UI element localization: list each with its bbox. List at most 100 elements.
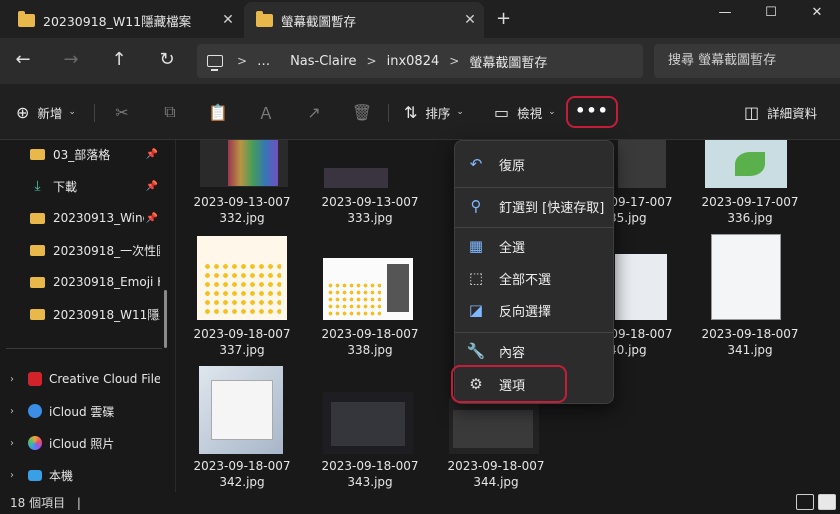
sidebar-item-label: 本機 — [49, 468, 74, 483]
new-tab-button[interactable]: + — [496, 8, 511, 29]
sidebar-item-icloud-photos[interactable]: › iCloud 照片 — [0, 429, 160, 457]
sidebar-item-20230918-emoji[interactable]: 20230918_Emoji Ki — [0, 268, 160, 296]
sidebar-item-label: 20230918_一次性圖 — [53, 243, 160, 258]
see-more-button[interactable]: ••• — [566, 96, 618, 128]
file-name[interactable]: 2023-09-18-007 338.jpg — [305, 326, 435, 358]
chevron-right-icon[interactable]: > — [237, 54, 247, 68]
breadcrumb-overflow[interactable]: … — [257, 54, 270, 69]
dialog-screenshot-image — [211, 380, 273, 440]
sort-button[interactable]: ⇅ 排序 ⌄ — [404, 98, 464, 126]
chevron-right-icon[interactable]: › — [6, 438, 18, 449]
tab-w11-hidden-files[interactable]: 20230918_W11隱藏檔案 ✕ — [6, 2, 242, 38]
file-name[interactable]: 2023-09-18-007 337.jpg — [177, 326, 307, 358]
forward-button[interactable]: → — [57, 48, 85, 74]
file-thumbnail[interactable] — [323, 258, 413, 320]
folder-icon — [30, 244, 45, 256]
sidebar-item-icloud-drive[interactable]: › iCloud 雲碟 — [0, 397, 160, 425]
file-name[interactable]: 2023-09-13-007 333.jpg — [305, 194, 435, 226]
sidebar-item-20230918-onetime[interactable]: 20230918_一次性圖 — [0, 236, 160, 264]
chevron-right-icon[interactable]: > — [367, 54, 377, 68]
sidebar-item-20230918-w11[interactable]: 20230918_W11隱藏 — [0, 300, 160, 328]
back-button[interactable]: ← — [9, 48, 37, 74]
options-highlight-annotation — [451, 365, 567, 403]
folder-icon — [256, 10, 273, 27]
large-icons-view-button[interactable] — [818, 494, 836, 510]
color-palette-image — [228, 140, 278, 186]
delete-icon[interactable]: 🗑 — [348, 98, 376, 126]
file-thumbnail[interactable] — [711, 234, 781, 320]
menu-item-pin-quick-access[interactable]: ⚲ 釘選到 [快速存取] — [461, 191, 609, 221]
details-view-button[interactable] — [796, 494, 814, 510]
close-window-button[interactable]: ✕ — [794, 0, 840, 30]
file-name[interactable]: 2023-09-18-007 343.jpg — [305, 458, 435, 490]
search-input[interactable]: 搜尋 螢幕截圖暫存 — [654, 44, 840, 78]
pin-icon: 📌 — [145, 148, 159, 160]
breadcrumb-current-folder[interactable]: 螢幕截圖暫存 — [469, 52, 547, 71]
file-name[interactable]: 2023-09-17-007 336.jpg — [685, 194, 815, 226]
sidebar-item-blog[interactable]: 03_部落格 📌 — [0, 140, 160, 168]
invert-selection-icon: ◪ — [468, 301, 484, 319]
chevron-down-icon: ⌄ — [456, 107, 464, 117]
plus-circle-icon: ⊕ — [16, 102, 30, 122]
view-button[interactable]: ▭ 檢視 ⌄ — [494, 98, 556, 126]
chevron-right-icon[interactable]: › — [6, 406, 18, 417]
explorer-screenshot-image — [453, 410, 533, 448]
menu-item-label: 反向選擇 — [499, 304, 552, 320]
file-thumbnail[interactable] — [615, 254, 667, 320]
maximize-button[interactable]: ☐ — [748, 0, 794, 30]
file-name-line2: 343.jpg — [347, 475, 393, 489]
new-button[interactable]: ⊕ 新增 ⌄ — [16, 98, 76, 126]
file-thumbnail[interactable] — [705, 140, 787, 188]
close-icon[interactable]: ✕ — [456, 12, 484, 28]
file-name-line2: 337.jpg — [219, 343, 265, 357]
tab-title: 20230918_W11隱藏檔案 — [43, 13, 192, 29]
address-bar[interactable]: > … Nas-Claire > inx0824 > 螢幕截圖暫存 — [197, 44, 643, 78]
tab-screenshot-temp[interactable]: 螢幕截圖暫存 ✕ — [244, 2, 484, 38]
rename-icon[interactable]: Ａ — [252, 98, 280, 126]
download-icon: ⤓ — [34, 178, 41, 194]
menu-item-invert-selection[interactable]: ◪ 反向選擇 — [461, 295, 609, 325]
close-icon[interactable]: ✕ — [214, 12, 242, 28]
scrollbar[interactable] — [164, 290, 167, 348]
sidebar-item-20230913[interactable]: 20230913_Wind 📌 — [0, 204, 160, 232]
file-name-line1: 2023-09-13-007 — [321, 195, 419, 209]
paste-icon[interactable]: 📋 — [204, 98, 232, 126]
file-thumbnail[interactable] — [324, 168, 388, 188]
file-thumbnail[interactable] — [323, 392, 413, 454]
breadcrumb-nas-claire[interactable]: Nas-Claire — [290, 54, 356, 69]
file-name-line1: 2023-09-18-007 — [701, 327, 799, 341]
file-thumbnail[interactable] — [618, 140, 666, 188]
breadcrumb-inx0824[interactable]: inx0824 — [387, 54, 440, 69]
copy-icon[interactable]: ⧉ — [156, 98, 184, 126]
sidebar-item-creative-cloud[interactable]: › Creative Cloud File — [0, 365, 160, 393]
up-button[interactable]: ↑ — [105, 48, 133, 74]
file-thumbnail[interactable] — [199, 366, 283, 454]
file-name[interactable]: 2023-09-18-007 341.jpg — [685, 326, 815, 358]
file-thumbnail[interactable] — [449, 398, 539, 454]
chevron-right-icon[interactable]: > — [449, 54, 459, 68]
minimize-button[interactable]: — — [702, 0, 748, 30]
file-name-line2: 341.jpg — [727, 343, 773, 357]
file-name-line1: 2023-09-18-007 — [447, 459, 545, 473]
details-pane-button[interactable]: ◫ 詳細資料 — [744, 98, 817, 126]
file-thumbnail[interactable] — [197, 236, 287, 320]
chevron-right-icon[interactable]: › — [6, 374, 18, 385]
file-name[interactable]: 2023-09-18-007 344.jpg — [431, 458, 561, 490]
menu-item-undo[interactable]: ↶ 復原 — [461, 149, 609, 179]
chevron-right-icon[interactable]: › — [6, 470, 18, 481]
refresh-button[interactable]: ↻ — [153, 48, 181, 74]
menu-item-select-all[interactable]: ▦ 全選 — [461, 231, 609, 261]
file-name[interactable]: 2023-09-18-007 342.jpg — [177, 458, 307, 490]
sidebar-item-label: 03_部落格 — [53, 147, 111, 162]
cut-icon[interactable]: ✂ — [108, 98, 136, 126]
navigation-pane: 03_部落格 📌 ⤓ 下載 📌 20230913_Wind 📌 20230918… — [0, 140, 176, 492]
menu-item-properties[interactable]: 🔧 內容 — [461, 336, 609, 366]
menu-item-label: 復原 — [499, 158, 526, 174]
share-icon[interactable]: ↗ — [300, 98, 328, 126]
file-thumbnail[interactable] — [200, 140, 288, 187]
menu-item-select-none[interactable]: ⬚ 全部不選 — [461, 263, 609, 293]
file-name[interactable]: 2023-09-13-007 332.jpg — [177, 194, 307, 226]
monitor-icon — [28, 469, 42, 481]
sidebar-item-downloads[interactable]: ⤓ 下載 📌 — [0, 172, 160, 200]
sidebar-item-this-pc[interactable]: › 本機 — [0, 461, 160, 489]
